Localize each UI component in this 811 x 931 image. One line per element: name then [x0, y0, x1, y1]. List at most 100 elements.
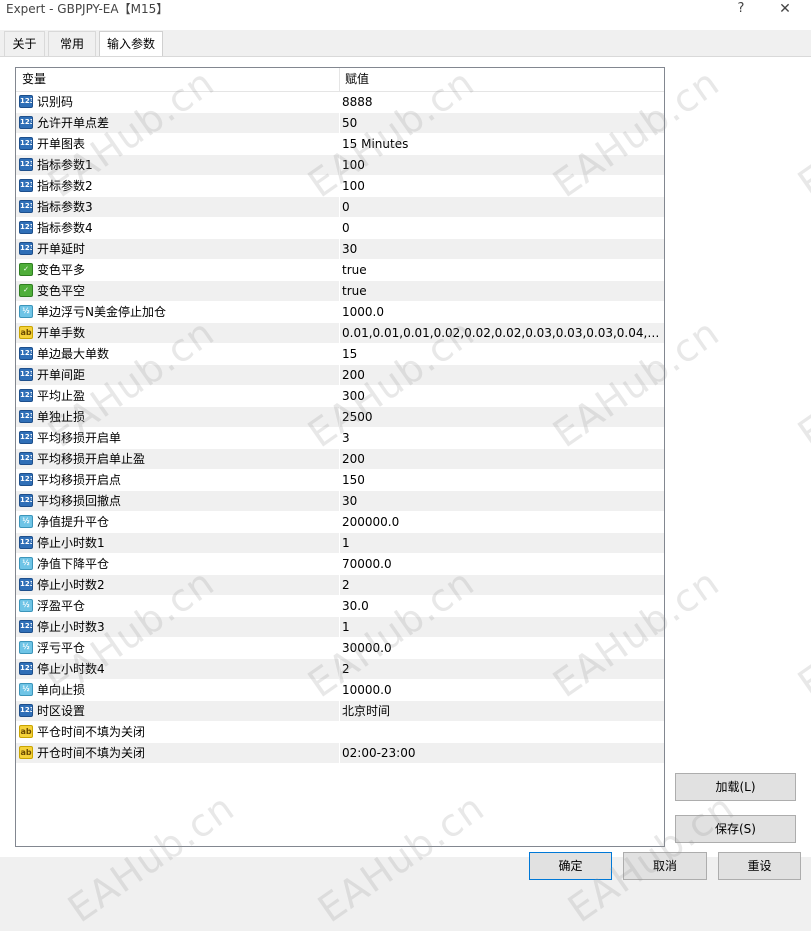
table-row[interactable]: ab 平仓时间不填为关闭: [16, 722, 664, 743]
table-row[interactable]: ½ 浮盈平仓 30.0: [16, 596, 664, 617]
table-row[interactable]: ½ 单向止损 10000.0: [16, 680, 664, 701]
parameter-value[interactable]: 30000.0: [342, 638, 660, 658]
close-button[interactable]: ✕: [772, 0, 798, 18]
cancel-button[interactable]: 取消: [623, 852, 707, 880]
parameter-value[interactable]: 2: [342, 575, 660, 595]
int-icon: 123: [19, 452, 33, 465]
save-button[interactable]: 保存(S): [675, 815, 796, 843]
parameter-value[interactable]: 1000.0: [342, 302, 660, 322]
parameter-name: 单独止损: [37, 410, 86, 424]
table-row[interactable]: 123 指标参数4 0: [16, 218, 664, 239]
cell-divider: [339, 407, 340, 428]
parameter-value[interactable]: 30: [342, 491, 660, 511]
table-row[interactable]: 123 平均移损开启点 150: [16, 470, 664, 491]
table-row[interactable]: 123 单独止损 2500: [16, 407, 664, 428]
parameter-value[interactable]: 200000.0: [342, 512, 660, 532]
table-row[interactable]: ½ 净值提升平仓 200000.0: [16, 512, 664, 533]
string-icon: ab: [19, 725, 33, 738]
table-row[interactable]: 123 停止小时数1 1: [16, 533, 664, 554]
parameter-name: 净值下降平仓: [37, 557, 110, 571]
table-row[interactable]: 123 停止小时数3 1: [16, 617, 664, 638]
parameter-value[interactable]: 2500: [342, 407, 660, 427]
parameter-value[interactable]: 200: [342, 449, 660, 469]
parameter-value[interactable]: 0: [342, 197, 660, 217]
table-row[interactable]: ✓ 变色平多 true: [16, 260, 664, 281]
table-row[interactable]: 123 指标参数3 0: [16, 197, 664, 218]
parameter-value[interactable]: 300: [342, 386, 660, 406]
column-header-value[interactable]: 赋值: [345, 68, 369, 91]
double-icon: ½: [19, 515, 33, 528]
ok-button[interactable]: 确定: [529, 852, 612, 880]
table-row[interactable]: ab 开仓时间不填为关闭 02:00-23:00: [16, 743, 664, 764]
column-header-variable[interactable]: 变量: [22, 68, 46, 91]
table-row[interactable]: ½ 浮亏平仓 30000.0: [16, 638, 664, 659]
double-icon: ½: [19, 557, 33, 570]
parameter-value[interactable]: 3: [342, 428, 660, 448]
parameter-value[interactable]: 2: [342, 659, 660, 679]
parameter-value[interactable]: 0: [342, 218, 660, 238]
string-icon: ab: [19, 326, 33, 339]
table-row[interactable]: ab 开单手数 0.01,0.01,0.01,0.02,0.02,0.02,0.03…: [16, 323, 664, 344]
parameter-value[interactable]: 100: [342, 176, 660, 196]
table-row[interactable]: 123 停止小时数2 2: [16, 575, 664, 596]
tab-about[interactable]: 关于: [4, 31, 45, 56]
table-row[interactable]: 123 平均移损开启单止盈 200: [16, 449, 664, 470]
parameter-name: 停止小时数3: [37, 620, 105, 634]
parameter-value[interactable]: 200: [342, 365, 660, 385]
cell-divider: [339, 638, 340, 659]
parameter-name: 单边最大单数: [37, 347, 110, 361]
table-row[interactable]: 123 允许开单点差 50: [16, 113, 664, 134]
parameter-value[interactable]: 150: [342, 470, 660, 490]
table-row[interactable]: ✓ 变色平空 true: [16, 281, 664, 302]
parameter-name: 平均移损开启单: [37, 431, 122, 445]
parameter-value[interactable]: true: [342, 281, 660, 301]
parameter-name: 平均移损回撤点: [37, 494, 122, 508]
table-row[interactable]: 123 指标参数2 100: [16, 176, 664, 197]
parameters-grid: 变量 赋值 123识别码8888123允许开单点差50123开单图表15 Min…: [15, 67, 665, 847]
table-row[interactable]: 123 平均止盈 300: [16, 386, 664, 407]
cell-divider: [339, 260, 340, 281]
parameter-value[interactable]: 50: [342, 113, 660, 133]
table-row[interactable]: 123 单边最大单数 15: [16, 344, 664, 365]
parameter-value[interactable]: 15 Minutes: [342, 134, 660, 154]
parameter-name: 变色平多: [37, 263, 86, 277]
parameter-value[interactable]: 30.0: [342, 596, 660, 616]
cell-divider: [339, 680, 340, 701]
tab-inputs[interactable]: 输入参数: [99, 31, 163, 58]
parameter-value[interactable]: 10000.0: [342, 680, 660, 700]
cell-divider: [339, 722, 340, 743]
cell-divider: [339, 323, 340, 344]
help-button[interactable]: ?: [728, 0, 754, 18]
table-row[interactable]: 123 指标参数1 100: [16, 155, 664, 176]
column-divider[interactable]: [339, 68, 340, 91]
table-row[interactable]: 123 停止小时数4 2: [16, 659, 664, 680]
parameter-name: 开单间距: [37, 368, 86, 382]
table-row[interactable]: 123 开单间距 200: [16, 365, 664, 386]
table-row[interactable]: 123 识别码 8888: [16, 92, 664, 113]
parameter-value[interactable]: 15: [342, 344, 660, 364]
cell-divider: [339, 512, 340, 533]
parameter-name: 平均移损开启点: [37, 473, 122, 487]
parameter-value[interactable]: 02:00-23:00: [342, 743, 660, 763]
table-row[interactable]: 123 开单延时 30: [16, 239, 664, 260]
table-row[interactable]: 123 开单图表 15 Minutes: [16, 134, 664, 155]
table-row[interactable]: ½ 净值下降平仓 70000.0: [16, 554, 664, 575]
table-row[interactable]: ½ 单边浮亏N美金停止加仓 1000.0: [16, 302, 664, 323]
table-row[interactable]: 123 平均移损开启单 3: [16, 428, 664, 449]
parameter-name: 平均止盈: [37, 389, 86, 403]
parameter-value[interactable]: true: [342, 260, 660, 280]
parameter-value[interactable]: 1: [342, 617, 660, 637]
reset-button[interactable]: 重设: [718, 852, 801, 880]
parameter-value[interactable]: 100: [342, 155, 660, 175]
tab-common[interactable]: 常用: [48, 31, 96, 56]
table-row[interactable]: 123 时区设置 北京时间: [16, 701, 664, 722]
parameter-value[interactable]: 70000.0: [342, 554, 660, 574]
int-icon: 123: [19, 242, 33, 255]
parameter-value[interactable]: 0.01,0.01,0.01,0.02,0.02,0.02,0.03,0.03,…: [342, 323, 660, 343]
parameter-value[interactable]: 30: [342, 239, 660, 259]
parameter-value[interactable]: 8888: [342, 92, 660, 112]
load-button[interactable]: 加载(L): [675, 773, 796, 801]
parameter-value[interactable]: 北京时间: [342, 701, 660, 721]
parameter-value[interactable]: 1: [342, 533, 660, 553]
table-row[interactable]: 123 平均移损回撤点 30: [16, 491, 664, 512]
